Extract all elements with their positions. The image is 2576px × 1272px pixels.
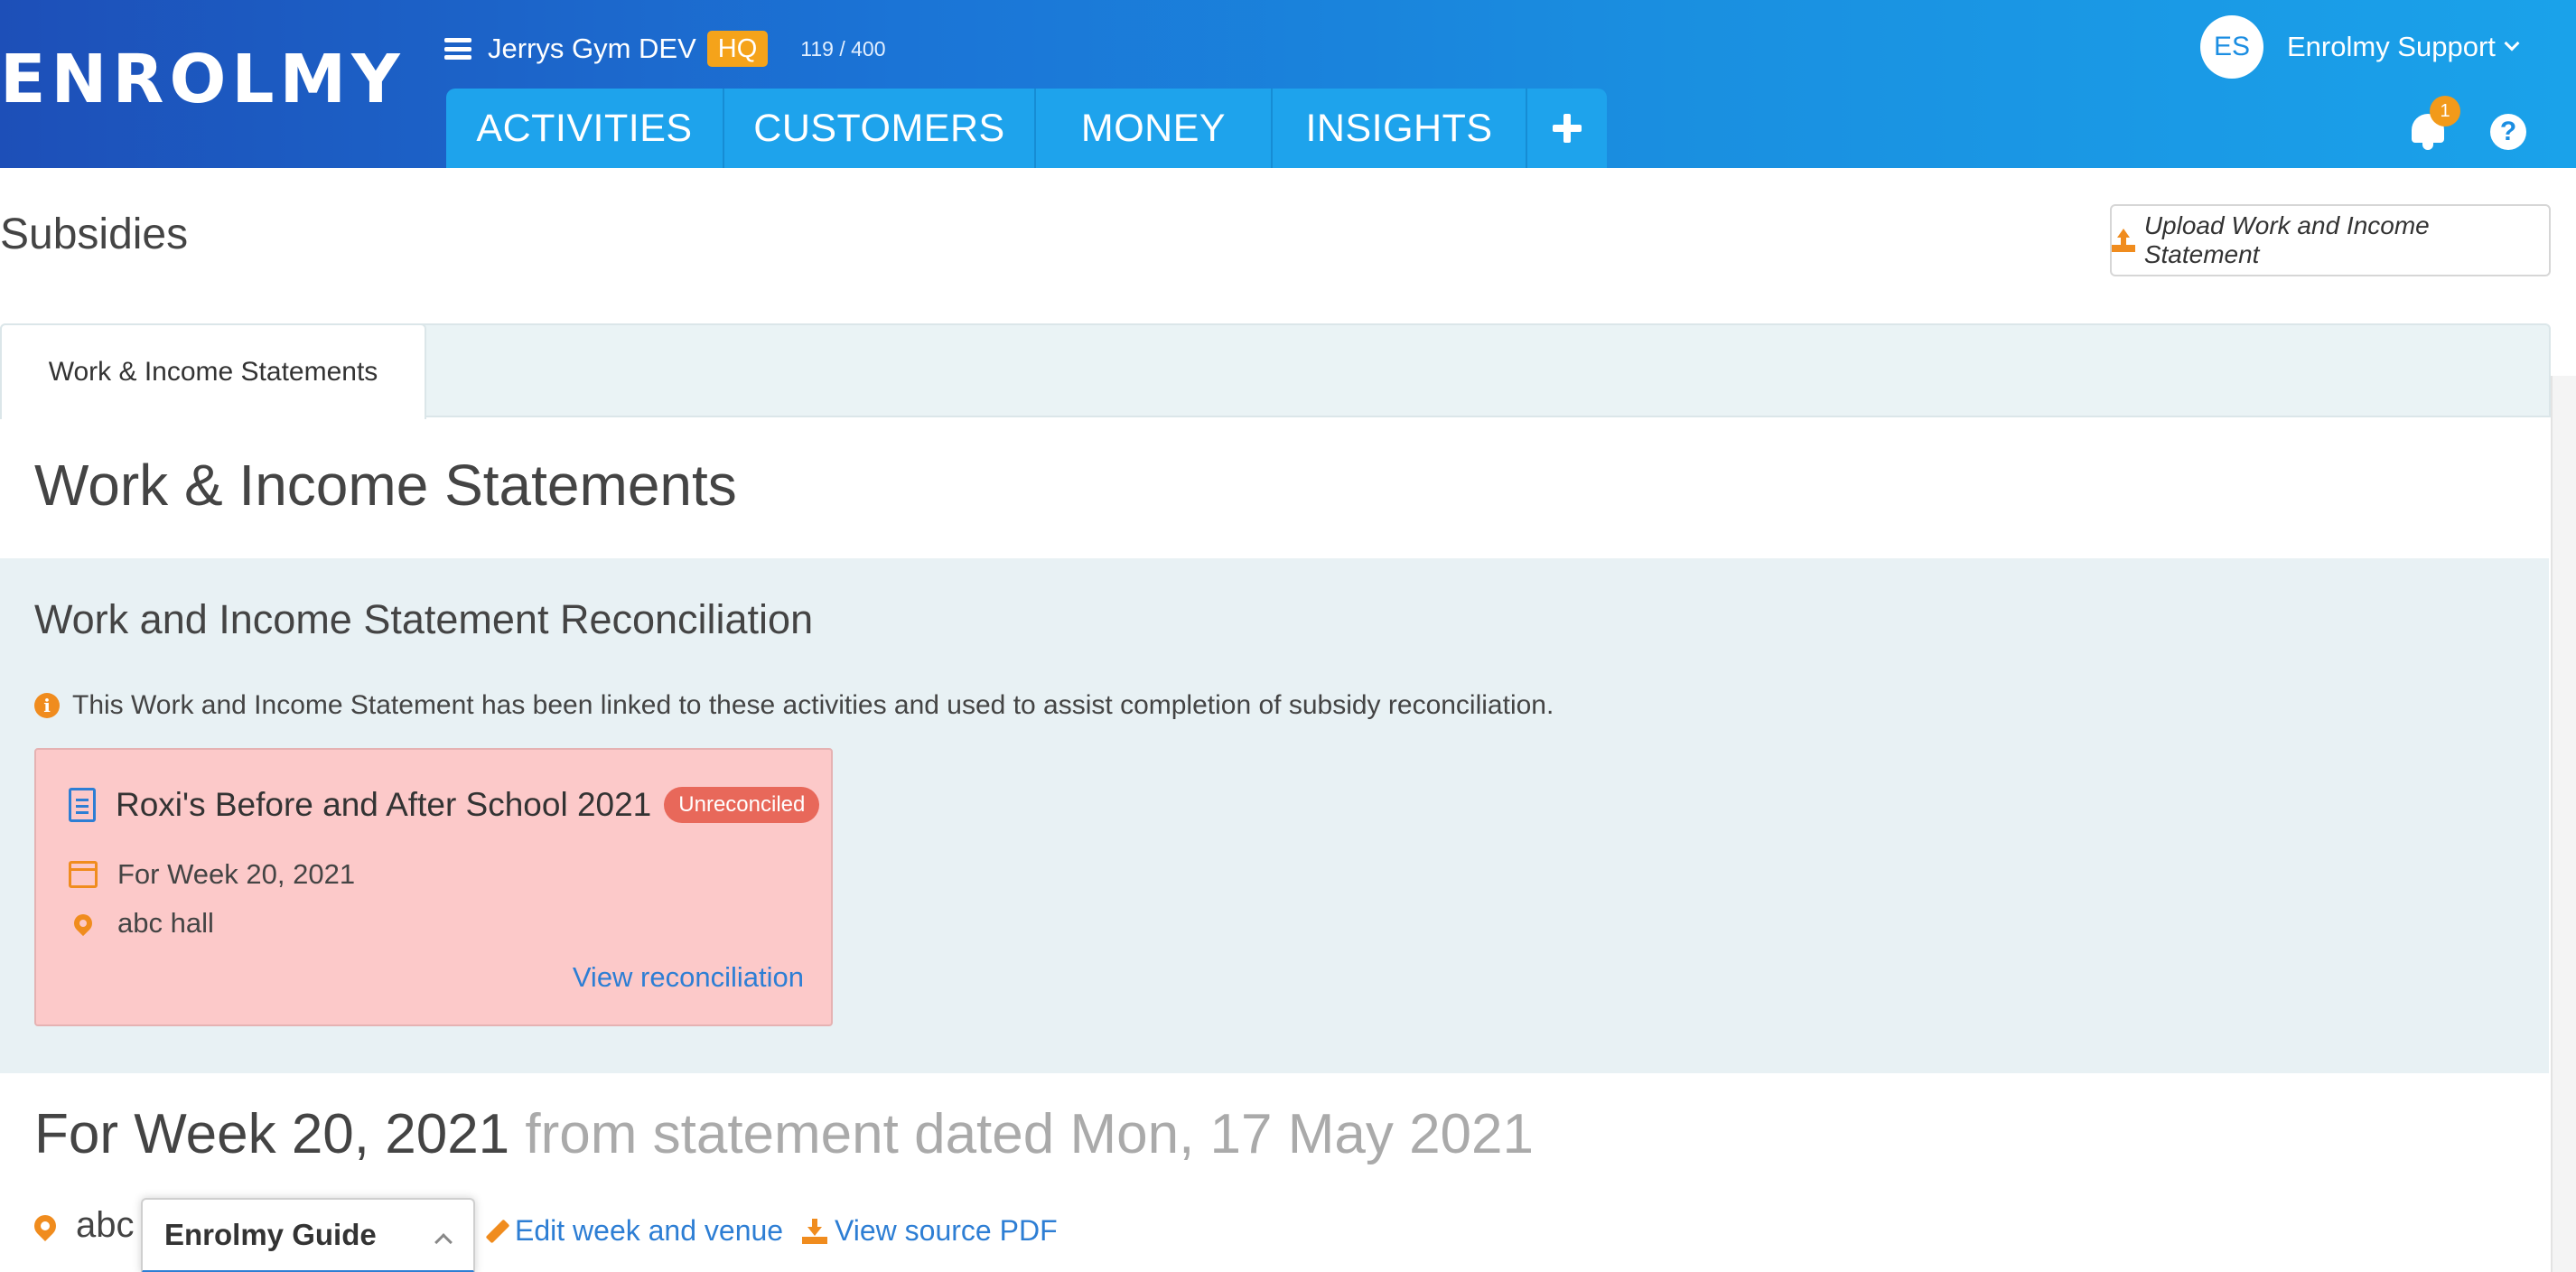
upload-statement-button[interactable]: Upload Work and Income Statement: [2110, 204, 2551, 276]
week-subtitle: from statement dated Mon, 17 May 2021: [525, 1103, 1534, 1165]
info-message: i This Work and Income Statement has bee…: [34, 690, 1554, 721]
week-title: For Week 20, 2021: [34, 1103, 510, 1165]
week-heading: For Week 20, 2021 from statement dated M…: [34, 1102, 1534, 1166]
card-venue-text: abc hall: [117, 907, 214, 939]
user-name[interactable]: Enrolmy Support: [2287, 31, 2496, 63]
pencil-icon: [485, 1219, 510, 1243]
chevron-down-icon[interactable]: [2504, 35, 2520, 51]
hamburger-icon[interactable]: [444, 38, 471, 60]
scrollbar-track[interactable]: [2551, 376, 2576, 1272]
main-nav: ACTIVITIES CUSTOMERS MONEY INSIGHTS: [446, 89, 1607, 168]
hq-badge: HQ: [706, 31, 769, 67]
avatar[interactable]: ES: [2200, 15, 2263, 79]
enrolmy-guide-widget[interactable]: Enrolmy Guide: [141, 1198, 475, 1272]
logo-text: ENROLMY: [0, 41, 406, 118]
activity-title: Roxi's Before and After School 2021: [116, 786, 652, 823]
upload-icon: [2112, 229, 2135, 252]
document-icon: [69, 788, 96, 822]
guide-label: Enrolmy Guide: [164, 1218, 377, 1251]
section-title: Work & Income Statements: [34, 453, 737, 518]
map-pin-icon: [70, 910, 97, 937]
info-icon: i: [34, 693, 60, 718]
edit-week-venue-link[interactable]: Edit week and venue: [485, 1214, 784, 1248]
calendar-icon: [69, 861, 98, 888]
help-icon[interactable]: ?: [2490, 114, 2526, 150]
card-week-text: For Week 20, 2021: [117, 858, 356, 890]
nav-tab-activities[interactable]: ACTIVITIES: [446, 89, 724, 168]
nav-tab-insights[interactable]: INSIGHTS: [1273, 89, 1527, 168]
enrolmy-logo[interactable]: ENROLMY: [0, 43, 406, 116]
tab-work-income-statements[interactable]: Work & Income Statements: [0, 323, 426, 419]
card-venue-row: abc hall: [69, 907, 214, 940]
view-source-pdf-label: View source PDF: [835, 1214, 1058, 1247]
map-pin-icon: [30, 1210, 61, 1241]
plus-icon: [1553, 114, 1582, 143]
page-title: Subsidies: [0, 210, 189, 258]
nav-tab-money[interactable]: MONEY: [1036, 89, 1273, 168]
notification-count-badge: 1: [2430, 96, 2460, 126]
top-navigation-bar: ENROLMY Jerrys Gym DEV HQ 119 / 400 ACTI…: [0, 0, 2576, 168]
user-menu[interactable]: ES Enrolmy Support: [2200, 14, 2520, 80]
upload-statement-label: Upload Work and Income Statement: [2143, 211, 2430, 268]
card-week-row: For Week 20, 2021: [69, 858, 355, 891]
chevron-up-icon[interactable]: [434, 1233, 453, 1251]
view-reconciliation-link[interactable]: View reconciliation: [573, 961, 804, 994]
download-icon: [802, 1218, 827, 1244]
view-source-pdf-link[interactable]: View source PDF: [802, 1214, 1058, 1248]
organisation-count: 119 / 400: [800, 36, 886, 61]
nav-tab-customers[interactable]: CUSTOMERS: [724, 89, 1036, 168]
organisation-name[interactable]: Jerrys Gym DEV: [488, 33, 696, 65]
info-text: This Work and Income Statement has been …: [72, 690, 1554, 720]
organisation-switcher[interactable]: Jerrys Gym DEV HQ 119 / 400: [444, 27, 886, 70]
card-title-row: Roxi's Before and After School 2021 Unre…: [69, 786, 820, 824]
activity-reconciliation-card: Roxi's Before and After School 2021 Unre…: [34, 748, 833, 1026]
status-badge: Unreconciled: [664, 787, 820, 823]
add-button[interactable]: [1527, 89, 1607, 168]
edit-week-venue-label: Edit week and venue: [515, 1214, 784, 1247]
reconciliation-heading: Work and Income Statement Reconciliation: [34, 596, 814, 642]
